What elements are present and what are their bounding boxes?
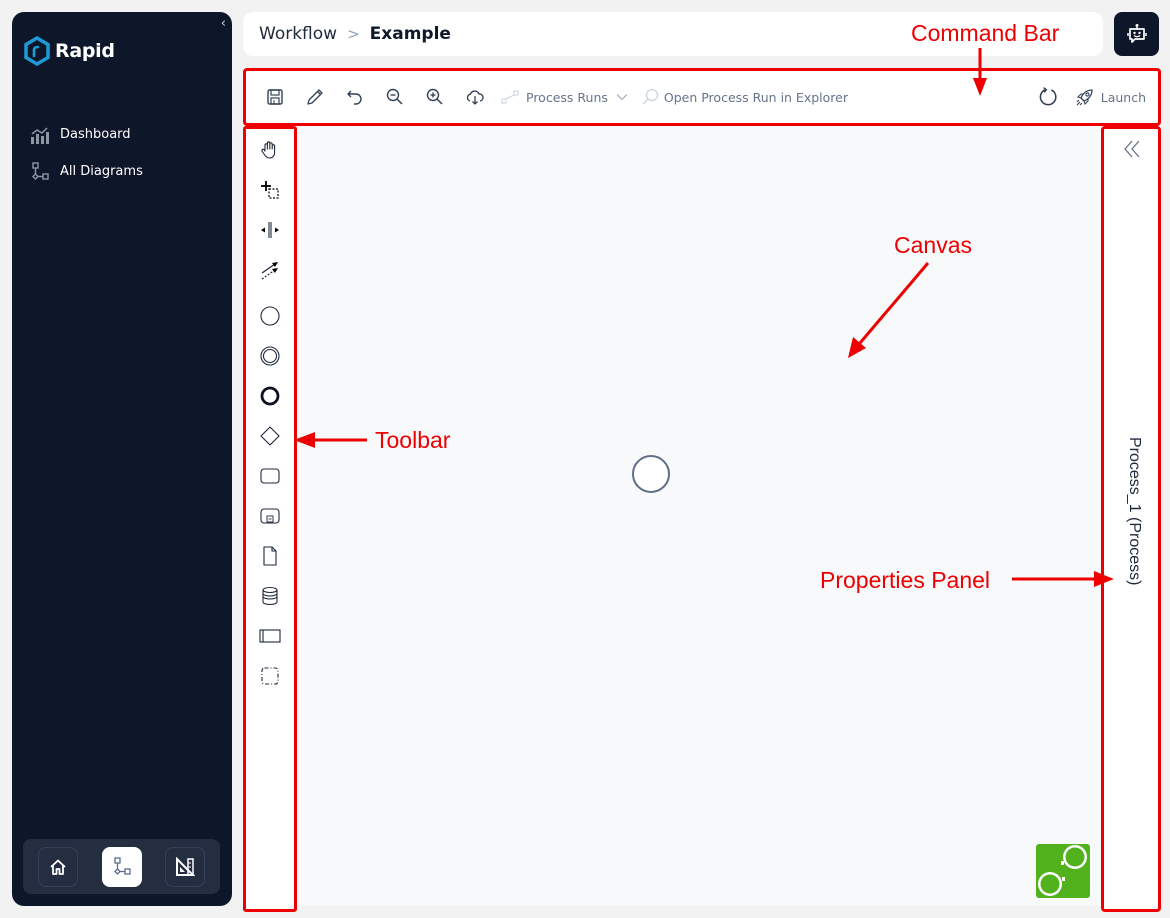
download-button[interactable]	[460, 82, 490, 112]
sidebar-item-all-diagrams[interactable]: All Diagrams	[30, 153, 220, 190]
properties-panel: Process_1 (Process)	[1101, 126, 1161, 912]
end-event-tool[interactable]	[258, 384, 282, 408]
subprocess-tool[interactable]	[258, 504, 282, 528]
tool-palette	[243, 126, 297, 912]
undo-button[interactable]	[340, 82, 370, 112]
intermediate-event-tool[interactable]	[258, 344, 282, 368]
hand-icon	[261, 141, 276, 159]
zoom-out-icon	[386, 88, 403, 105]
zoom-in-button[interactable]	[420, 82, 450, 112]
command-bar: Process Runs Open Process Run in Explore…	[243, 68, 1161, 126]
annotation-canvas: Canvas	[894, 232, 972, 258]
hand-tool[interactable]	[258, 138, 282, 162]
sidebar-bottom-tabs	[23, 839, 220, 894]
diagram-editor: Process Runs Open Process Run in Explore…	[243, 68, 1161, 912]
home-tab[interactable]	[38, 846, 78, 887]
sidebar-item-label: All Diagrams	[60, 164, 143, 179]
diagrams-tab[interactable]	[101, 846, 142, 887]
undo-icon	[347, 90, 362, 105]
zoom-out-button[interactable]	[380, 82, 410, 112]
refresh-button[interactable]	[1033, 82, 1063, 112]
robot-chat-icon	[1126, 24, 1147, 43]
home-icon	[50, 859, 66, 875]
sidebar: ‹ Rapid Dashboard All Diagrams	[12, 12, 232, 906]
diagram-icon	[32, 161, 49, 180]
annotation-properties-panel: Properties Panel	[820, 567, 991, 593]
group-icon	[261, 667, 279, 685]
gateway-tool[interactable]	[258, 424, 282, 448]
open-process-run-explorer-button[interactable]: Open Process Run in Explorer	[640, 82, 848, 112]
subprocess-icon	[260, 508, 280, 524]
save-button[interactable]	[260, 82, 290, 112]
edit-button[interactable]	[300, 82, 330, 112]
space-tool-icon	[261, 222, 279, 238]
save-icon	[267, 89, 283, 105]
process-runs-label: Process Runs	[526, 89, 608, 105]
assistant-button[interactable]	[1114, 12, 1159, 56]
search-icon	[642, 88, 659, 105]
pool-tool[interactable]	[258, 624, 282, 648]
annotation-toolbar: Toolbar	[375, 427, 451, 453]
start-event-icon	[260, 306, 280, 326]
command-bar-right: Launch	[1033, 71, 1146, 123]
lasso-select-icon	[261, 181, 279, 199]
breadcrumb-current: Example	[369, 24, 451, 44]
rapid-hexagon-icon	[24, 36, 50, 66]
global-connect-tool[interactable]	[258, 258, 282, 282]
end-event-icon	[260, 386, 280, 406]
zoom-in-icon	[426, 88, 443, 105]
puzzle-gears-logo[interactable]	[1036, 844, 1090, 898]
tools-tab[interactable]	[165, 846, 205, 887]
gateway-icon	[260, 426, 280, 446]
group-tool[interactable]	[258, 664, 282, 688]
process-runs-icon	[501, 90, 519, 104]
connect-arrow-icon	[261, 262, 278, 280]
start-event-shape[interactable]	[632, 455, 670, 493]
intermediate-event-icon	[260, 346, 280, 366]
start-event-tool[interactable]	[258, 304, 282, 328]
open-explorer-label: Open Process Run in Explorer	[663, 89, 848, 105]
cloud-download-icon	[466, 90, 484, 105]
launch-button[interactable]: Launch	[1075, 82, 1146, 112]
launch-label: Launch	[1100, 89, 1146, 105]
sidebar-collapse-button[interactable]: ‹	[221, 16, 226, 31]
diagram-icon	[113, 856, 131, 875]
brand-logo[interactable]: Rapid	[23, 36, 115, 66]
task-icon	[260, 468, 280, 484]
chevron-down-icon	[616, 94, 628, 101]
data-store-tool[interactable]	[258, 584, 282, 608]
task-tool[interactable]	[258, 464, 282, 488]
pool-icon	[259, 629, 281, 643]
lasso-tool[interactable]	[258, 178, 282, 202]
annotation-command-bar: Command Bar	[911, 20, 1060, 46]
breadcrumb-separator: >	[347, 25, 360, 43]
space-tool[interactable]	[258, 218, 282, 242]
brand-name: Rapid	[55, 40, 115, 62]
data-store-icon	[262, 586, 278, 606]
process-runs-dropdown[interactable]: Process Runs	[500, 82, 630, 112]
chart-icon	[31, 126, 49, 144]
sidebar-item-dashboard[interactable]: Dashboard	[30, 116, 220, 153]
refresh-icon	[1039, 87, 1057, 106]
pencil-icon	[307, 89, 323, 105]
properties-panel-title[interactable]: Process_1 (Process)	[1125, 437, 1143, 586]
breadcrumb-workflow[interactable]: Workflow	[259, 24, 337, 44]
rocket-icon	[1076, 89, 1093, 106]
double-chevron-left-icon[interactable]	[1120, 137, 1144, 161]
set-square-ruler-icon	[176, 856, 195, 876]
sidebar-item-label: Dashboard	[60, 127, 131, 142]
data-object-icon	[263, 546, 277, 566]
sidebar-nav: Dashboard All Diagrams	[30, 116, 220, 190]
data-object-tool[interactable]	[258, 544, 282, 568]
diagram-canvas[interactable]	[297, 126, 1101, 906]
